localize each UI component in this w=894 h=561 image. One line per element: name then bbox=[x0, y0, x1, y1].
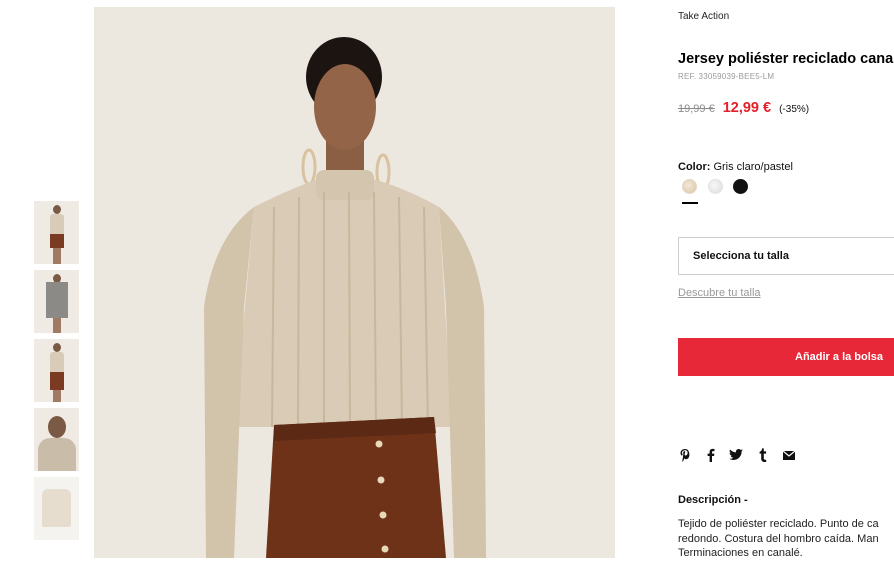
description-text: Tejido de poliéster reciclado. Punto de … bbox=[678, 517, 879, 561]
price-block: 19,99 € 12,99 € (-35%) bbox=[678, 99, 809, 117]
sale-price: 12,99 € bbox=[722, 100, 772, 116]
thumbnail-3[interactable] bbox=[34, 339, 79, 402]
thumb-figure bbox=[52, 205, 61, 214]
size-guide-link[interactable]: Descubre tu talla bbox=[678, 287, 761, 299]
selected-swatch-indicator bbox=[682, 202, 698, 204]
pinterest-icon[interactable] bbox=[678, 447, 692, 463]
thumbnail-gallery bbox=[34, 201, 79, 546]
color-label-title: Color: bbox=[678, 161, 711, 173]
color-swatch-black[interactable] bbox=[733, 179, 748, 194]
size-select[interactable]: Selecciona tu talla bbox=[678, 237, 894, 275]
discount-badge: (-35%) bbox=[779, 104, 810, 115]
twitter-icon[interactable] bbox=[729, 447, 743, 463]
product-main-image[interactable] bbox=[94, 7, 615, 558]
description-line: Terminaciones en canalé. bbox=[678, 547, 803, 559]
description-line: Tejido de poliéster reciclado. Punto de … bbox=[678, 518, 879, 530]
color-label: Color: Gris claro/pastel bbox=[678, 161, 793, 173]
color-value: Gris claro/pastel bbox=[713, 161, 793, 173]
product-reference: REF. 33059039-BEE5-LM bbox=[678, 72, 775, 81]
color-swatch-beige[interactable] bbox=[682, 179, 697, 194]
add-to-bag-button[interactable]: Añadir a la bolsa bbox=[678, 338, 894, 376]
collection-link[interactable]: Take Action bbox=[678, 11, 729, 22]
description-line: redondo. Costura del hombro caída. Man bbox=[678, 532, 879, 545]
original-price: 19,99 € bbox=[678, 103, 715, 115]
color-swatch-light-grey[interactable] bbox=[708, 179, 723, 194]
thumbnail-1[interactable] bbox=[34, 201, 79, 264]
thumbnail-2[interactable] bbox=[34, 270, 79, 333]
description-heading: Descripción - bbox=[678, 494, 748, 506]
facebook-icon[interactable] bbox=[704, 447, 718, 463]
thumbnail-4[interactable] bbox=[34, 408, 79, 471]
model-photo-illustration bbox=[204, 37, 486, 558]
thumbnail-5[interactable] bbox=[34, 477, 79, 540]
product-title: Jersey poliéster reciclado canalé bbox=[678, 51, 894, 67]
tumblr-icon[interactable] bbox=[755, 447, 769, 463]
email-icon[interactable] bbox=[782, 447, 796, 463]
